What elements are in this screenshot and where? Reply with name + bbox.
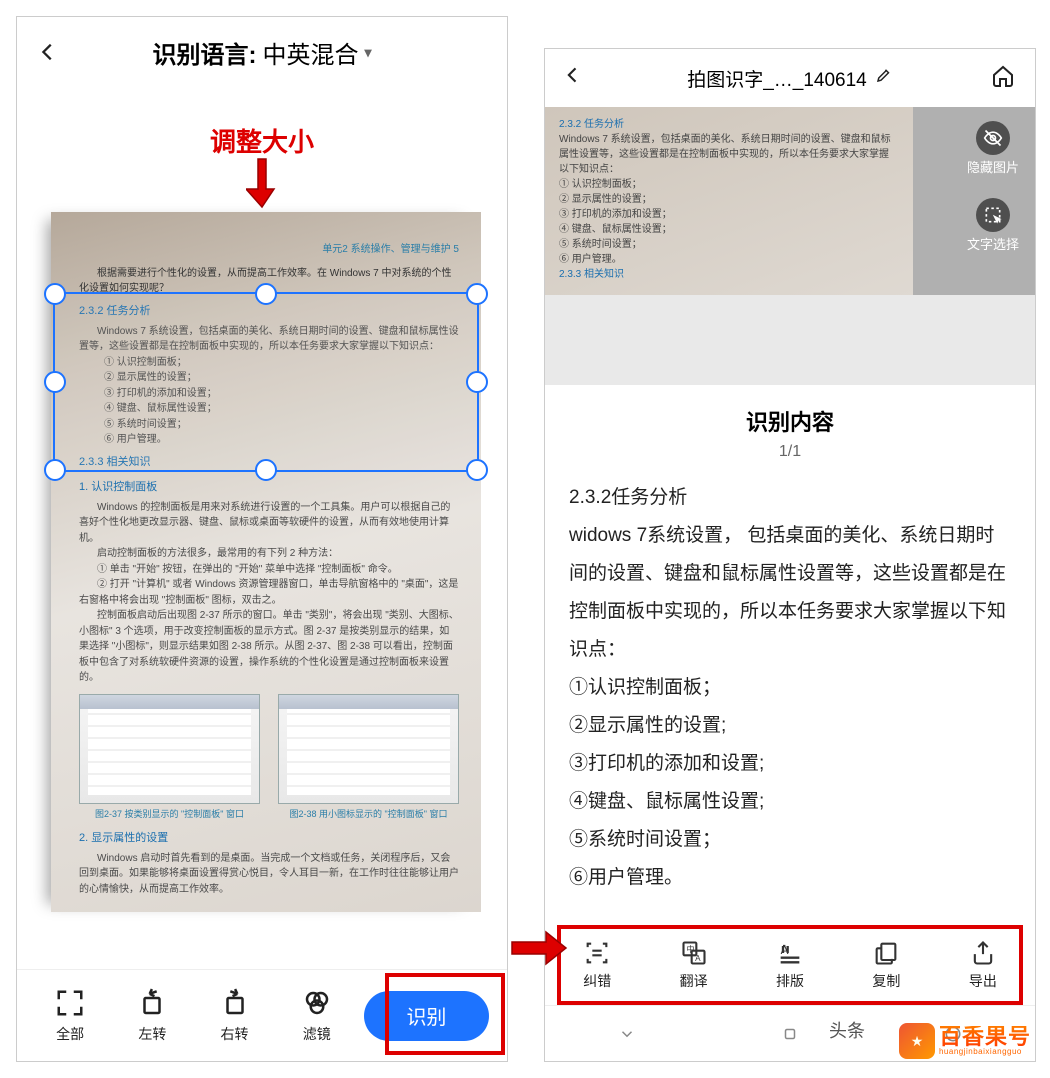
text-line: 2.3.2任务分析 xyxy=(569,479,1011,517)
right-toolbar: 纠错 中A 翻译 A 排版 复制 导出 xyxy=(545,929,1035,1001)
text-line: ⑥用户管理。 xyxy=(569,859,1011,897)
figure-2-38 xyxy=(278,694,459,804)
language-value: 中英混合 xyxy=(262,35,358,70)
translate-button[interactable]: 中A 翻译 xyxy=(645,939,741,991)
brand-name: 百香果号 xyxy=(939,1026,1031,1048)
section-divider xyxy=(545,295,1035,385)
system-nav-bar: 头条 百香果号 huangjinbaixiangguo xyxy=(545,1005,1035,1061)
text-select-icon xyxy=(976,198,1010,232)
rotate-right-label: 右转 xyxy=(221,1024,249,1044)
correct-label: 纠错 xyxy=(583,971,611,991)
crop-handle-br[interactable] xyxy=(466,459,488,481)
watermark-brand: 百香果号 huangjinbaixiangguo xyxy=(899,1023,1031,1059)
crop-box[interactable] xyxy=(53,292,479,472)
document-title[interactable]: 拍图识字_…_140614 xyxy=(599,65,981,92)
crop-handle-ml[interactable] xyxy=(44,371,66,393)
left-toolbar: 全部 左转 右转 滤镜 识别 xyxy=(17,969,507,1061)
export-label: 导出 xyxy=(969,971,997,991)
title-text: 拍图识字_…_140614 xyxy=(687,65,867,92)
home-button[interactable] xyxy=(991,64,1017,93)
recognize-button[interactable]: 识别 xyxy=(364,991,489,1041)
arrow-down-icon xyxy=(246,157,278,218)
text-line: ②显示属性的设置; xyxy=(569,707,1011,745)
rotate-right-button[interactable]: 右转 xyxy=(195,988,273,1044)
resize-annotation: 调整大小 xyxy=(210,122,314,159)
recognized-content: 识别内容 1/1 2.3.2任务分析 widows 7系统设置， 包括桌面的美化… xyxy=(545,385,1035,897)
copy-button[interactable]: 复制 xyxy=(838,939,934,991)
export-button[interactable]: 导出 xyxy=(935,939,1031,991)
select-all-button[interactable]: 全部 xyxy=(31,988,109,1044)
crop-handle-mr[interactable] xyxy=(466,371,488,393)
back-button[interactable] xyxy=(37,34,59,71)
left-header: 识别语言: 中英混合 ▾ xyxy=(17,17,507,87)
language-label: 识别语言: xyxy=(152,35,256,70)
nav-text-partial: 头条 xyxy=(829,1017,865,1043)
right-phone-frame: 拍图识字_…_140614 2.3.2 任务分析 Windows 7 系统设置，… xyxy=(544,48,1036,1062)
rotate-left-button[interactable]: 左转 xyxy=(113,988,191,1044)
hide-image-label: 隐藏图片 xyxy=(967,157,1019,176)
text-line: ⑤系统时间设置； xyxy=(569,821,1011,859)
crop-handle-tm[interactable] xyxy=(255,283,277,305)
crop-handle-bm[interactable] xyxy=(255,459,277,481)
filter-button[interactable]: 滤镜 xyxy=(278,988,356,1044)
figure-2-37 xyxy=(79,694,260,804)
back-button[interactable] xyxy=(563,64,589,92)
edit-title-icon[interactable] xyxy=(875,66,893,90)
recognize-label: 识别 xyxy=(406,1001,446,1030)
svg-text:A: A xyxy=(695,954,701,963)
nav-back-icon[interactable] xyxy=(615,1022,639,1046)
language-selector[interactable]: 识别语言: 中英混合 ▾ xyxy=(59,35,465,70)
preview-text: 2.3.2 任务分析 Windows 7 系统设置，包括桌面的美化、系统日期时间… xyxy=(545,107,913,295)
layout-button[interactable]: A 排版 xyxy=(742,939,838,991)
eye-off-icon xyxy=(976,121,1010,155)
brand-logo-icon xyxy=(899,1023,935,1059)
hide-image-button[interactable]: 隐藏图片 xyxy=(967,121,1019,176)
filter-label: 滤镜 xyxy=(303,1024,331,1044)
preview-side-buttons: 隐藏图片 文字选择 xyxy=(967,121,1019,253)
crop-handle-tl[interactable] xyxy=(44,283,66,305)
text-select-label: 文字选择 xyxy=(967,234,1019,253)
crop-handle-tr[interactable] xyxy=(466,283,488,305)
rotate-left-label: 左转 xyxy=(138,1024,166,1044)
layout-label: 排版 xyxy=(776,971,804,991)
crop-handle-bl[interactable] xyxy=(44,459,66,481)
text-line: widows 7系统设置， 包括桌面的美化、系统日期时间的设置、键盘和鼠标属性设… xyxy=(569,517,1011,669)
page-indicator: 1/1 xyxy=(569,443,1011,461)
svg-text:A: A xyxy=(781,944,789,957)
copy-label: 复制 xyxy=(872,971,900,991)
text-line: ①认识控制面板； xyxy=(569,669,1011,707)
text-line: ④键盘、鼠标属性设置; xyxy=(569,783,1011,821)
left-phone-frame: 识别语言: 中英混合 ▾ 调整大小 单元2 系统操作、管理与维护 5 根据需要进… xyxy=(16,16,508,1062)
chevron-down-icon: ▾ xyxy=(364,44,371,61)
translate-label: 翻译 xyxy=(680,971,708,991)
text-line: ③打印机的添加和设置; xyxy=(569,745,1011,783)
preview-image[interactable]: 2.3.2 任务分析 Windows 7 系统设置，包括桌面的美化、系统日期时间… xyxy=(545,107,1035,295)
right-header: 拍图识字_…_140614 xyxy=(545,49,1035,107)
recognized-text-body[interactable]: 2.3.2任务分析 widows 7系统设置， 包括桌面的美化、系统日期时间的设… xyxy=(569,479,1011,897)
select-all-label: 全部 xyxy=(56,1024,84,1044)
content-title: 识别内容 xyxy=(569,405,1011,437)
svg-text:中: 中 xyxy=(686,944,694,954)
arrow-right-icon xyxy=(510,930,568,971)
text-select-button[interactable]: 文字选择 xyxy=(967,198,1019,253)
brand-pinyin: huangjinbaixiangguo xyxy=(939,1048,1031,1056)
nav-home-icon[interactable] xyxy=(778,1022,802,1046)
